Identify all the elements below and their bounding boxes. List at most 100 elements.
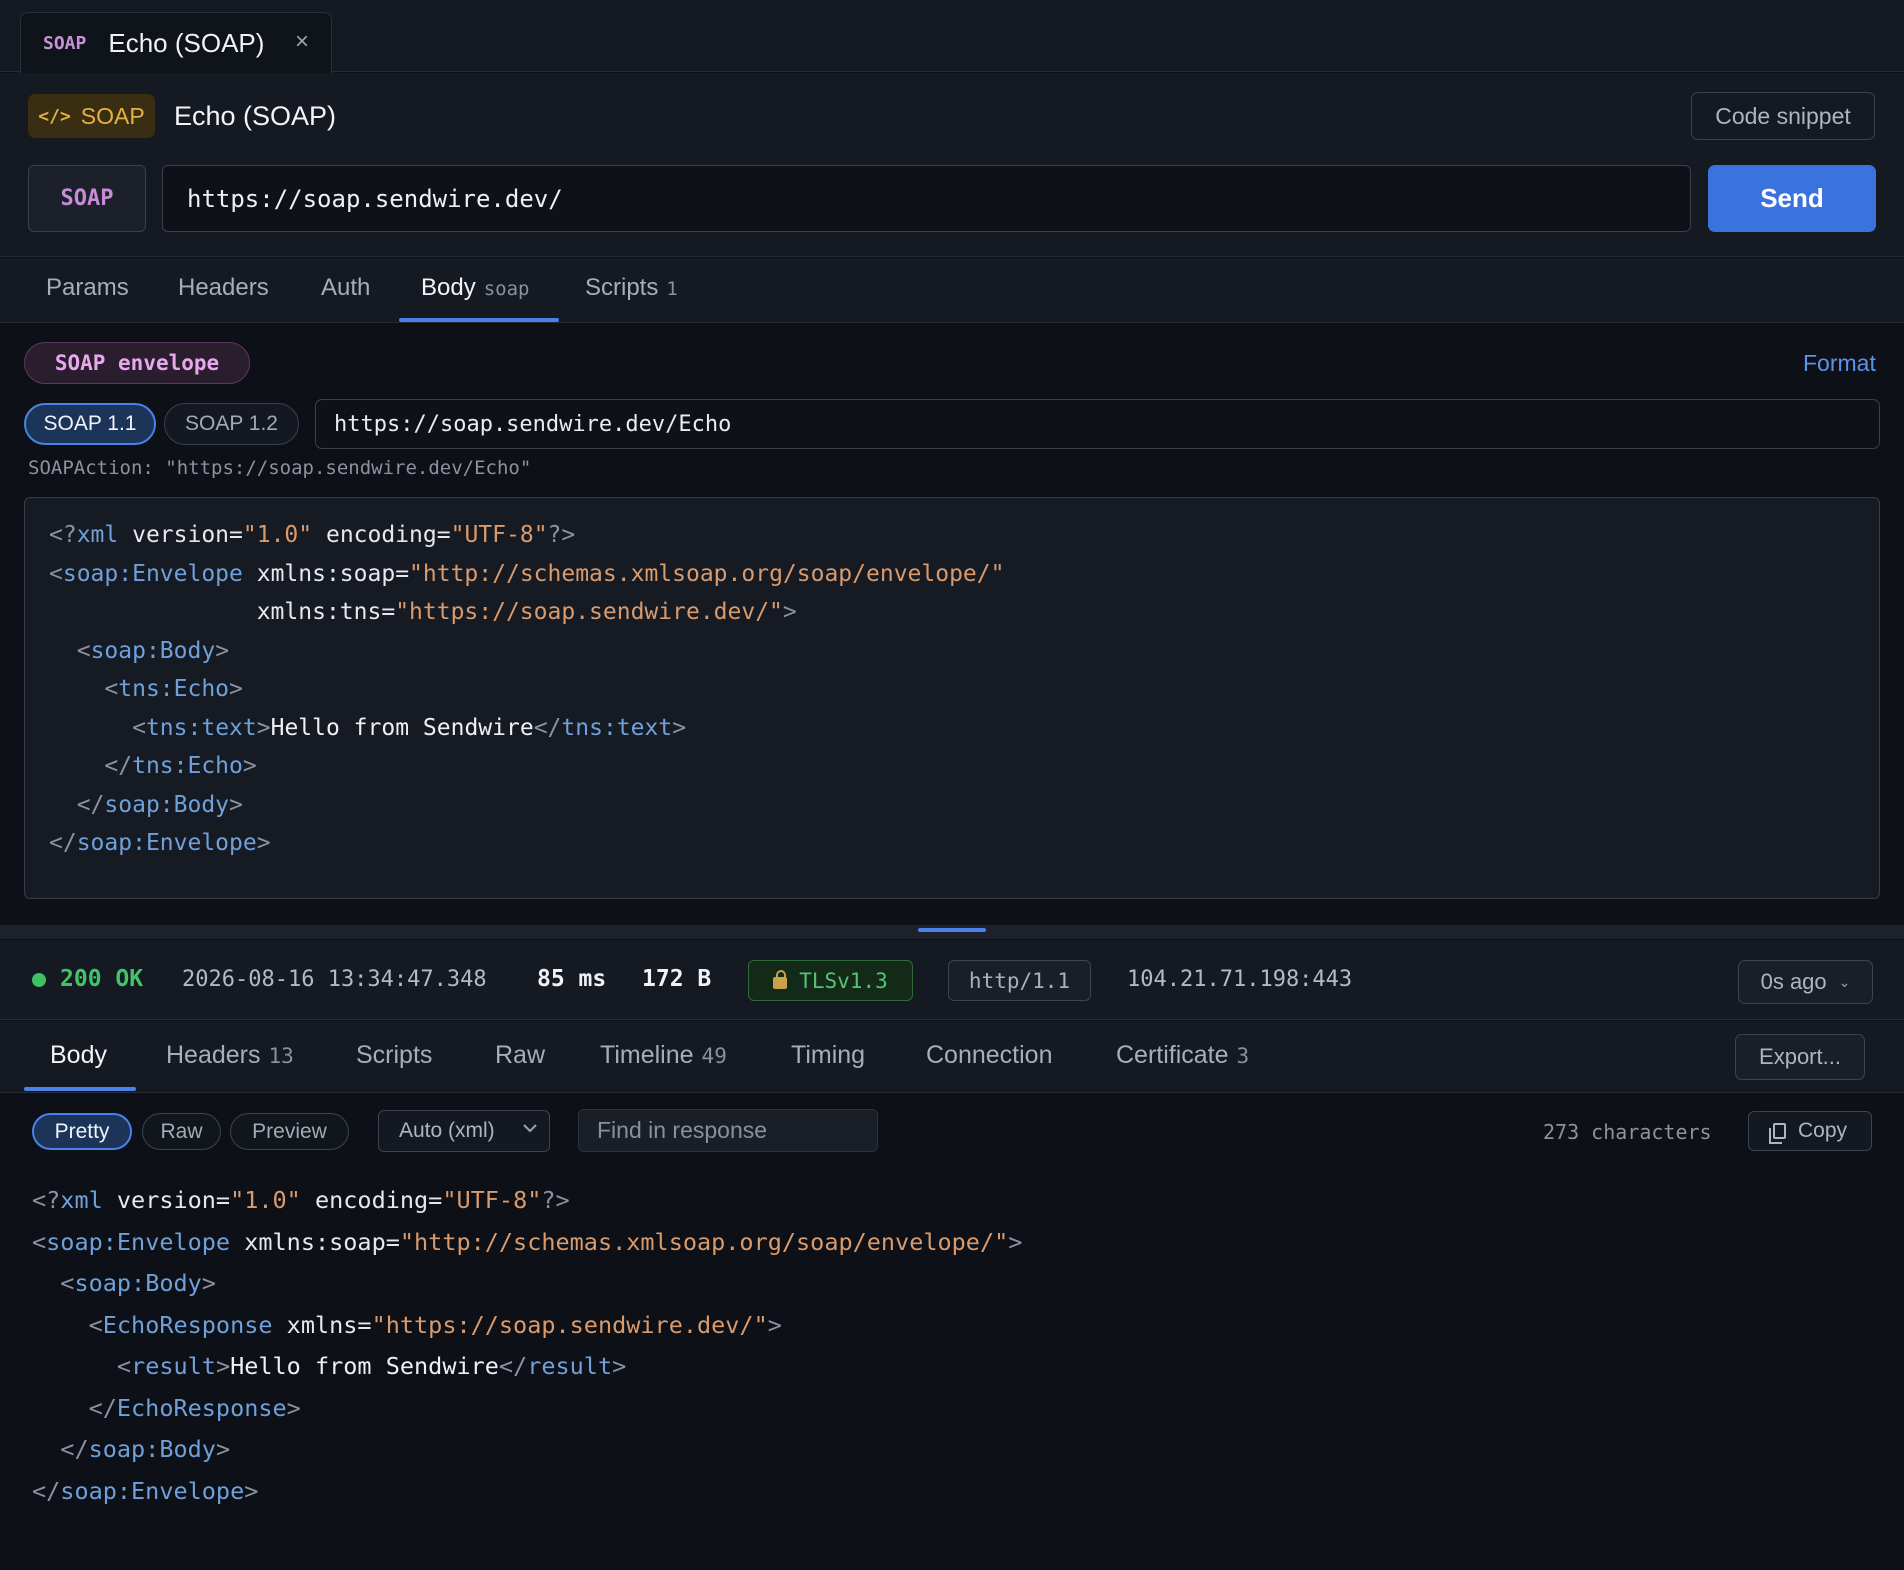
code-token: > — [256, 714, 271, 741]
code-line: <EchoResponse xmlns="https://soap.sendwi… — [32, 1305, 1022, 1347]
code-token: < — [76, 637, 91, 664]
tab-scripts-count: 1 — [666, 278, 678, 300]
code-token: > — [215, 637, 230, 664]
code-token: > — [229, 791, 243, 818]
tab-params[interactable]: Params — [46, 274, 129, 302]
tab-scripts-label: Scripts — [585, 274, 659, 301]
response-tab-timing-label: Timing — [791, 1041, 866, 1069]
character-count: 273 characters — [1543, 1120, 1712, 1144]
tab-auth[interactable]: Auth — [321, 274, 370, 302]
code-token: ?> — [541, 1186, 570, 1214]
find-in-response-input[interactable]: Find in response — [578, 1109, 878, 1152]
code-token: EchoResponse — [116, 1393, 287, 1422]
copy-icon — [1768, 1123, 1786, 1144]
code-token: < — [132, 714, 146, 741]
response-tab-timing[interactable]: Timing — [791, 1041, 865, 1070]
code-line: <soap:Body> — [32, 1263, 1022, 1305]
code-token: < — [49, 560, 63, 587]
export-button[interactable]: Export... — [1735, 1034, 1865, 1080]
code-token: Hello from Sendwire — [270, 714, 534, 741]
code-token: EchoResponse — [102, 1310, 273, 1339]
code-token: < — [88, 1310, 103, 1339]
view-preview-toggle[interactable]: Preview — [230, 1113, 349, 1150]
request-title[interactable]: Echo (SOAP) — [174, 101, 336, 132]
code-token: xmlns:tns= — [49, 599, 396, 625]
tab-body-subtype: soap — [483, 278, 530, 300]
code-token: > — [242, 753, 257, 779]
code-token: soap:Envelope — [46, 1227, 231, 1256]
code-token: "UTF-8" — [442, 1186, 542, 1214]
code-token: "UTF-8" — [450, 522, 548, 548]
view-pretty-toggle[interactable]: Pretty — [32, 1113, 132, 1150]
tab-scripts[interactable]: Scripts 1 — [585, 274, 678, 302]
response-tab-timeline[interactable]: Timeline 49 — [600, 1041, 727, 1070]
code-token: > — [215, 1435, 231, 1463]
code-token: tns:Echo — [118, 676, 230, 702]
format-button[interactable]: Format — [1803, 350, 1876, 377]
code-token: tns:Echo — [132, 753, 243, 779]
code-token: </ — [104, 753, 133, 779]
response-tab-raw-label: Raw — [495, 1041, 546, 1069]
tls-badge[interactable]: TLSv1.3 — [748, 960, 913, 1001]
soap-version-1-2-toggle[interactable]: SOAP 1.2 — [164, 403, 299, 445]
view-raw-toggle[interactable]: Raw — [142, 1113, 221, 1150]
code-token: > — [201, 1269, 216, 1297]
code-token: soap:Body — [88, 1435, 216, 1463]
code-token: > — [256, 830, 271, 856]
method-selector[interactable]: SOAP — [28, 165, 146, 232]
history-label: 0s ago — [1760, 969, 1827, 994]
code-line: <tns:Echo> — [49, 670, 1879, 709]
tab-body[interactable]: Body soap — [421, 274, 529, 302]
send-button[interactable]: Send — [1708, 165, 1876, 232]
code-token: xmlns= — [272, 1310, 372, 1339]
response-tab-raw[interactable]: Raw — [495, 1041, 545, 1070]
request-body-editor[interactable]: <?xml version="1.0" encoding="UTF-8"?> <s… — [24, 497, 1880, 899]
content-type-select[interactable]: Auto (xml) — [378, 1110, 550, 1152]
code-token: Hello from Sendwire — [230, 1352, 499, 1380]
request-tab-echo-soap[interactable]: SOAP Echo (SOAP) × — [20, 12, 332, 73]
code-token: result — [527, 1352, 613, 1380]
response-tab-body[interactable]: Body — [50, 1041, 107, 1070]
code-token: xmlns:soap= — [242, 560, 410, 587]
tab-strip: SOAP Echo (SOAP) × — [0, 0, 1904, 73]
code-snippet-button[interactable]: Code snippet — [1691, 92, 1875, 140]
tab-headers[interactable]: Headers — [178, 274, 269, 302]
code-token: > — [767, 1310, 782, 1339]
code-token: > — [244, 1476, 259, 1505]
soap-badge-label: SOAP — [80, 102, 145, 129]
code-line: <soap:Envelope xmlns:soap="http://schema… — [32, 1222, 1022, 1264]
active-response-tab-indicator — [24, 1087, 136, 1091]
code-icon: </> — [38, 105, 71, 127]
code-token: "http://schemas.xmlsoap.org/soap/envelop… — [409, 560, 1005, 587]
response-body-viewer[interactable]: <?xml version="1.0" encoding="UTF-8"?> <s… — [32, 1180, 1022, 1512]
code-token: soap:Body — [90, 637, 216, 664]
tls-version: TLSv1.3 — [799, 968, 888, 993]
url-input[interactable]: https://soap.sendwire.dev/ — [162, 165, 1691, 232]
code-token: > — [782, 599, 797, 625]
response-headers-count: 13 — [268, 1044, 294, 1068]
splitter-handle[interactable] — [918, 928, 986, 932]
status-code: 200 OK — [60, 966, 144, 992]
tab-auth-label: Auth — [321, 274, 371, 301]
response-history-select[interactable]: 0s ago ⌄ — [1738, 960, 1873, 1004]
response-tab-certificate[interactable]: Certificate 3 — [1116, 1041, 1249, 1070]
timeline-count: 49 — [701, 1044, 727, 1068]
soap-action-input[interactable]: https://soap.sendwire.dev/Echo — [315, 399, 1880, 449]
tab-body-label: Body — [421, 274, 476, 301]
code-token: version= — [118, 522, 243, 548]
content-type-value: Auto (xml) — [399, 1119, 495, 1142]
response-tab-scripts[interactable]: Scripts — [356, 1041, 432, 1070]
code-token: < — [104, 676, 119, 702]
response-tab-headers[interactable]: Headers 13 — [166, 1041, 294, 1070]
soap-version-1-1-toggle[interactable]: SOAP 1.1 — [24, 403, 156, 445]
code-line: </soap:Body> — [49, 786, 1879, 825]
copy-button[interactable]: Copy — [1748, 1111, 1872, 1151]
close-icon[interactable]: × — [295, 28, 309, 56]
response-tab-connection[interactable]: Connection — [926, 1041, 1052, 1070]
